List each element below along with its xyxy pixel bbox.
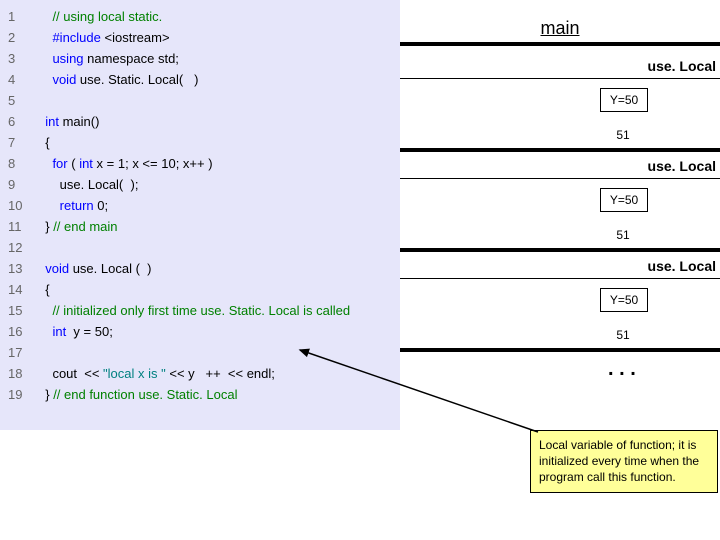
line-number: 13 bbox=[0, 261, 38, 276]
code-line: 13 void use. Local ( ) bbox=[0, 258, 400, 279]
code-text: // initialized only first time use. Stat… bbox=[38, 303, 350, 318]
code-text: #include <iostream> bbox=[38, 30, 170, 45]
line-number: 6 bbox=[0, 114, 38, 129]
main-title: main bbox=[400, 18, 720, 39]
divider bbox=[400, 148, 720, 152]
line-number: 10 bbox=[0, 198, 38, 213]
code-line: 19 } // end function use. Static. Local bbox=[0, 384, 400, 405]
code-text: void use. Static. Local( ) bbox=[38, 72, 198, 87]
y-after: 51 bbox=[600, 328, 646, 342]
code-panel: 1 // using local static.2 #include <iost… bbox=[0, 0, 400, 430]
y-box: Y=50 bbox=[600, 288, 648, 312]
code-text bbox=[38, 240, 42, 255]
code-text: return 0; bbox=[38, 198, 108, 213]
code-line: 15 // initialized only first time use. S… bbox=[0, 300, 400, 321]
code-text: // using local static. bbox=[38, 9, 162, 24]
code-text: } // end function use. Static. Local bbox=[38, 387, 237, 402]
line-number: 2 bbox=[0, 30, 38, 45]
line-number: 15 bbox=[0, 303, 38, 318]
code-line: 4 void use. Static. Local( ) bbox=[0, 69, 400, 90]
code-line: 9 use. Local( ); bbox=[0, 174, 400, 195]
code-text: for ( int x = 1; x <= 10; x++ ) bbox=[38, 156, 213, 171]
code-text bbox=[38, 345, 42, 360]
code-text bbox=[38, 93, 42, 108]
code-line: 10 return 0; bbox=[0, 195, 400, 216]
code-line: 16 int y = 50; bbox=[0, 321, 400, 342]
code-text: int main() bbox=[38, 114, 99, 129]
line-number: 16 bbox=[0, 324, 38, 339]
uselocal-label: use. Local bbox=[648, 258, 716, 274]
line-number: 4 bbox=[0, 72, 38, 87]
code-line: 14 { bbox=[0, 279, 400, 300]
line-number: 18 bbox=[0, 366, 38, 381]
line-number: 12 bbox=[0, 240, 38, 255]
line-number: 14 bbox=[0, 282, 38, 297]
line-number: 3 bbox=[0, 51, 38, 66]
y-after: 51 bbox=[600, 128, 646, 142]
line-number: 7 bbox=[0, 135, 38, 150]
divider-thin bbox=[400, 278, 720, 279]
line-number: 9 bbox=[0, 177, 38, 192]
code-text: using namespace std; bbox=[38, 51, 179, 66]
code-line: 18 cout << "local x is " << y ++ << endl… bbox=[0, 363, 400, 384]
line-number: 19 bbox=[0, 387, 38, 402]
callout-box: Local variable of function; it is initia… bbox=[530, 430, 718, 493]
ellipsis: . . . bbox=[608, 358, 636, 381]
code-line: 2 #include <iostream> bbox=[0, 27, 400, 48]
code-line: 11 } // end main bbox=[0, 216, 400, 237]
code-text: { bbox=[38, 135, 50, 150]
divider-thin bbox=[400, 78, 720, 79]
code-line: 6 int main() bbox=[0, 111, 400, 132]
code-text: cout << "local x is " << y ++ << endl; bbox=[38, 366, 275, 381]
code-text: use. Local( ); bbox=[38, 177, 138, 192]
y-after: 51 bbox=[600, 228, 646, 242]
divider bbox=[400, 42, 720, 46]
divider bbox=[400, 248, 720, 252]
code-line: 5 bbox=[0, 90, 400, 111]
code-line: 1 // using local static. bbox=[0, 6, 400, 27]
code-text: int y = 50; bbox=[38, 324, 113, 339]
divider bbox=[400, 348, 720, 352]
y-box: Y=50 bbox=[600, 188, 648, 212]
line-number: 17 bbox=[0, 345, 38, 360]
line-number: 1 bbox=[0, 9, 38, 24]
uselocal-label: use. Local bbox=[648, 58, 716, 74]
code-text: void use. Local ( ) bbox=[38, 261, 151, 276]
line-number: 11 bbox=[0, 219, 38, 234]
code-text: } // end main bbox=[38, 219, 118, 234]
code-text: { bbox=[38, 282, 50, 297]
divider-thin bbox=[400, 178, 720, 179]
code-line: 3 using namespace std; bbox=[0, 48, 400, 69]
y-box: Y=50 bbox=[600, 88, 648, 112]
code-line: 8 for ( int x = 1; x <= 10; x++ ) bbox=[0, 153, 400, 174]
code-line: 17 bbox=[0, 342, 400, 363]
uselocal-label: use. Local bbox=[648, 158, 716, 174]
code-line: 7 { bbox=[0, 132, 400, 153]
line-number: 8 bbox=[0, 156, 38, 171]
code-line: 12 bbox=[0, 237, 400, 258]
diagram-panel: main use. Local Y=50 51 use. Local Y=50 … bbox=[400, 0, 720, 540]
line-number: 5 bbox=[0, 93, 38, 108]
